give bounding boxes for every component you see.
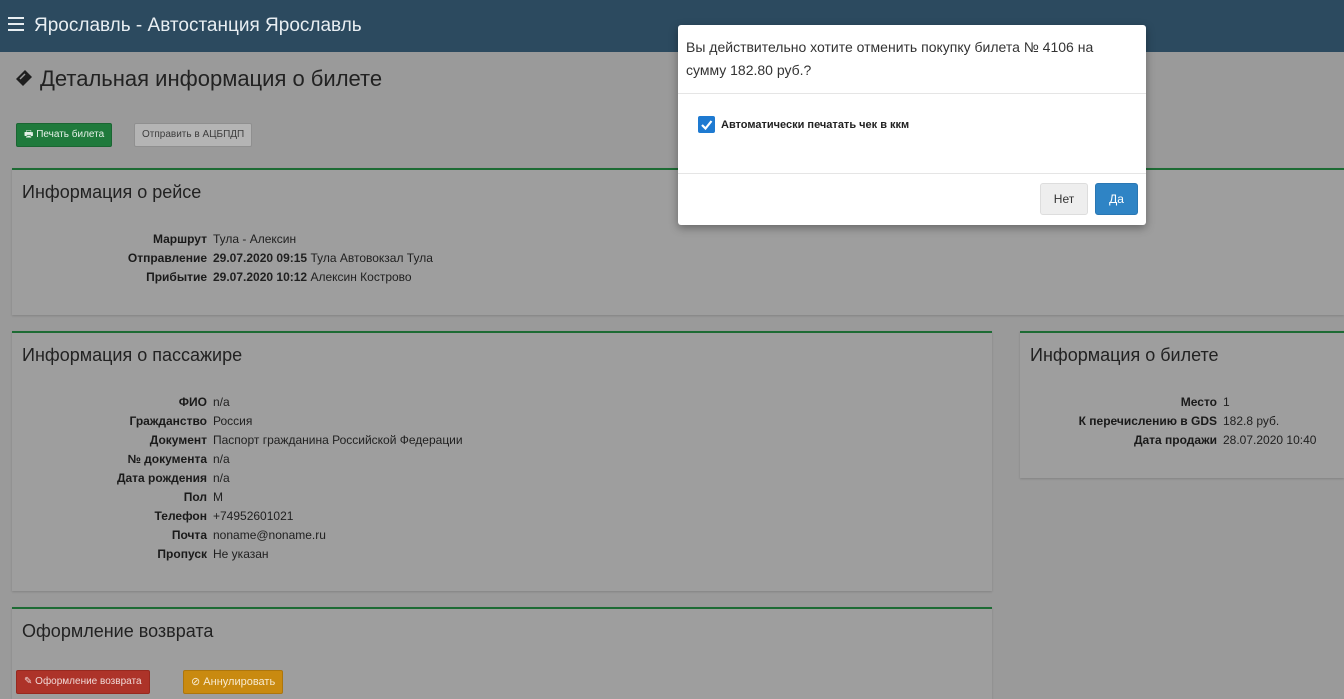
check-icon	[701, 120, 713, 131]
trip-info-list: Маршрут Тула - Алексин Отправление 29.07.2…	[12, 230, 433, 287]
yes-button[interactable]: Да	[1095, 183, 1138, 215]
refund-panel: Оформление возврата	[12, 607, 992, 699]
hamburger-icon[interactable]	[8, 17, 24, 33]
passenger-row: ФИО n/a	[178, 395, 230, 409]
passenger-info-panel: Информация о пассажире ФИО n/a Гражданств…	[12, 331, 992, 591]
refund-button[interactable]: ✎ Оформление возврата	[16, 670, 150, 694]
passenger-info-list: ФИО n/a Гражданство Россия Документ Паспорт…	[12, 393, 463, 564]
no-button[interactable]: Нет	[1040, 183, 1088, 215]
app-title[interactable]: Ярославль - Автостанция Ярославль	[34, 15, 362, 37]
passenger-info-title: Информация о пассажире	[22, 345, 243, 365]
passenger-row: Почта noname@noname.ru	[171, 528, 326, 542]
refund-title: Оформление возврата	[22, 621, 214, 641]
modal-footer-divider	[678, 173, 1146, 174]
cancel-ticket-label: Аннулировать	[203, 676, 276, 688]
ticket-row: К перечислению в GDS 182.8 руб.	[1078, 414, 1280, 428]
ticket-row: Место 1	[1180, 395, 1230, 409]
trip-departure-row: Отправление 29.07.2020 09:15 Тула Автовок…	[127, 251, 433, 265]
page-title: Детальная информация о билете	[14, 66, 382, 92]
ticket-row: Дата продажи 28.07.2020 10:40	[1133, 433, 1317, 447]
ticket-icon	[14, 66, 34, 92]
confirm-message: Вы действительно хотите отменить покупку…	[686, 39, 1094, 78]
passenger-row: Дата рождения n/a	[116, 471, 230, 485]
confirm-modal: Вы действительно хотите отменить покупку…	[678, 25, 1146, 225]
trip-info-title: Информация о рейсе	[22, 182, 202, 202]
ban-icon: ⊘	[191, 676, 201, 688]
send-acbpdp-button[interactable]: Отправить в АЦБПДП	[134, 123, 253, 147]
trip-arrival-row: Прибытие 29.07.2020 10:12 Алексин Костров…	[146, 270, 412, 284]
passenger-row: Документ Паспорт гражданина Российской Фе…	[149, 433, 463, 447]
modal-divider	[678, 93, 1146, 94]
cancel-ticket-button[interactable]: ⊘ Аннулировать	[183, 670, 284, 694]
edit-icon: ✎	[24, 676, 33, 687]
passenger-row: Пол М	[183, 490, 223, 504]
send-acbpdp-label: Отправить в АЦБПДП	[142, 129, 245, 140]
ticket-info-title: Информация о билете	[1030, 345, 1219, 365]
refund-button-label: Оформление возврата	[35, 676, 142, 687]
auto-print-label[interactable]: Автоматически печатать чек в ккм	[721, 119, 909, 131]
passenger-row: Пропуск Не указан	[157, 547, 269, 561]
ticket-info-panel: Информация о билете Место 1 К перечислени…	[1020, 331, 1344, 478]
trip-route-row: Маршрут Тула - Алексин	[152, 232, 297, 246]
page-title-text: Детальная информация о билете	[40, 66, 383, 91]
auto-print-checkbox[interactable]	[698, 116, 715, 133]
ticket-info-list: Место 1 К перечислению в GDS 182.8 руб. Да…	[1020, 393, 1317, 450]
print-icon: 🖶	[24, 129, 34, 140]
passenger-row: № документа n/a	[127, 452, 230, 466]
print-ticket-button[interactable]: 🖶 Печать билета	[16, 123, 113, 147]
passenger-row: Гражданство Россия	[129, 414, 253, 428]
passenger-row: Телефон +74952601021	[154, 509, 294, 523]
print-ticket-label: Печать билета	[36, 129, 105, 140]
